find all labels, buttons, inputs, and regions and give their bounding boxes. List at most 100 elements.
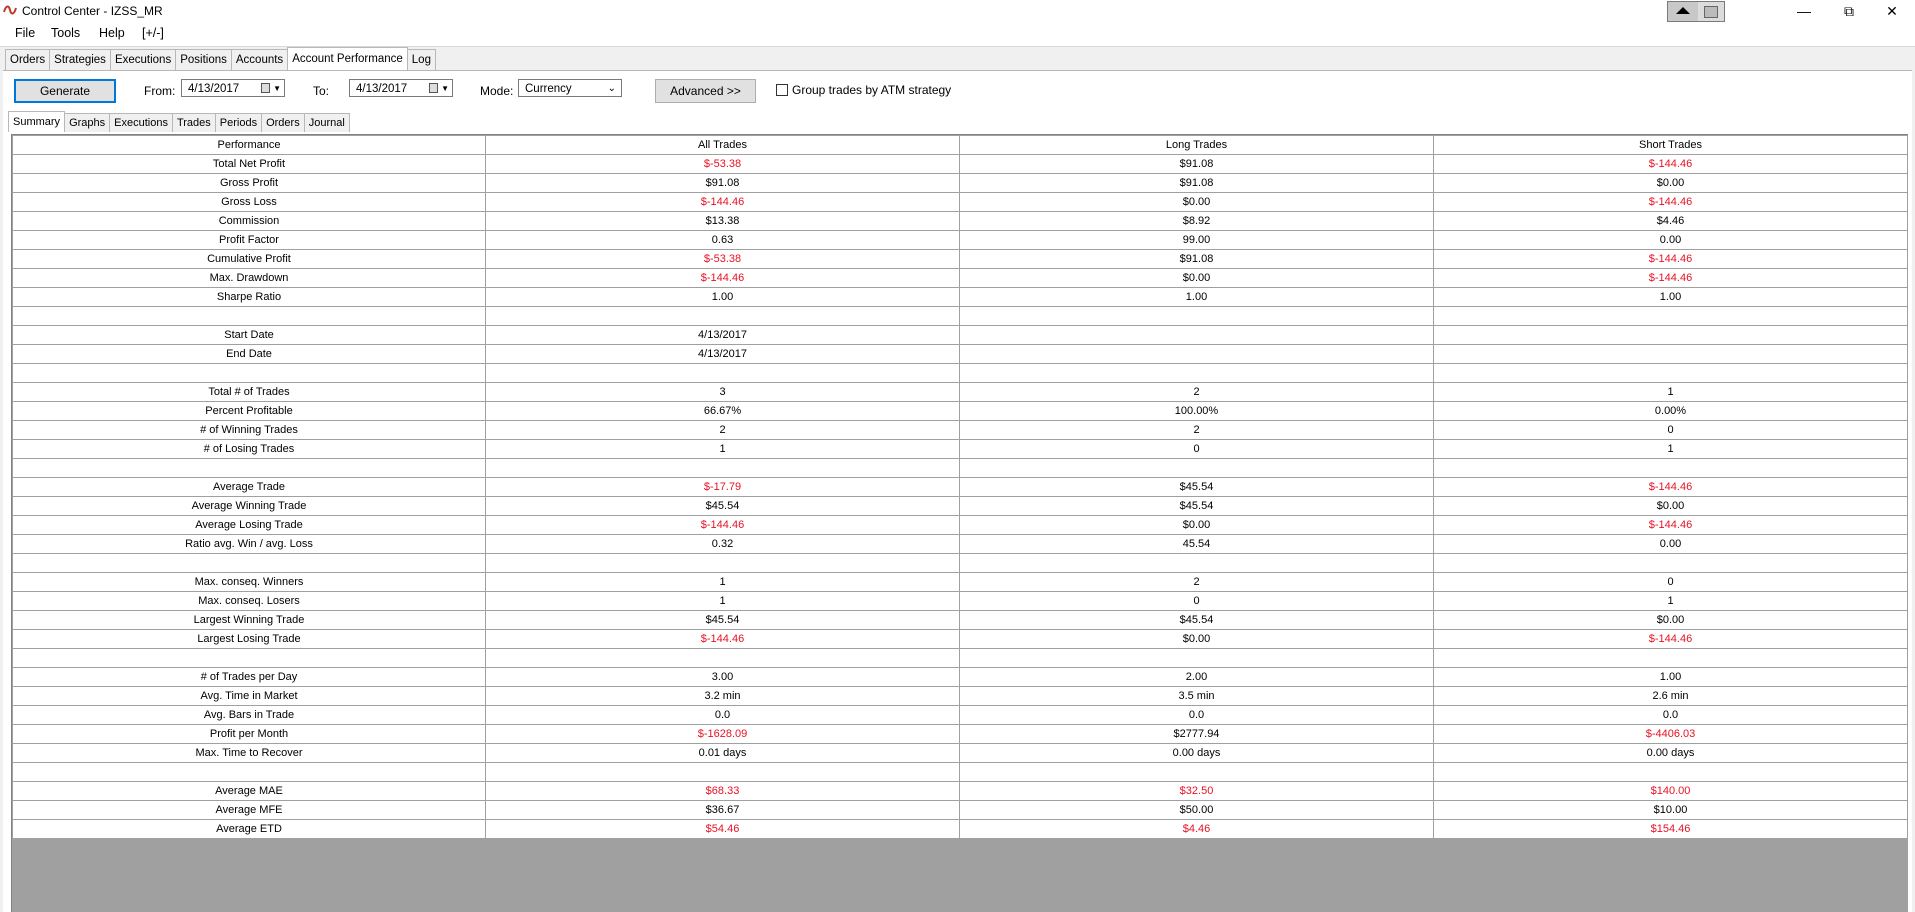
advanced-button[interactable]: Advanced >> <box>655 79 756 103</box>
up-arrow-icon[interactable] <box>1668 2 1698 21</box>
tab-strategies[interactable]: Strategies <box>49 49 111 70</box>
row-label: Average Winning Trade <box>12 496 486 516</box>
row-label: Total Net Profit <box>12 154 486 174</box>
menu-toggle[interactable]: [+/-] <box>142 26 164 40</box>
close-button[interactable]: ✕ <box>1869 0 1915 22</box>
group-trades-checkbox[interactable] <box>776 84 788 96</box>
menu-tools[interactable]: Tools <box>51 26 80 40</box>
table-row: # of Losing Trades 1 0 1 <box>12 439 1908 459</box>
tab-log[interactable]: Log <box>406 49 436 70</box>
row-label <box>12 458 486 478</box>
table-row: Average Trade $-17.79 $45.54 $-144.46 <box>12 477 1908 497</box>
table-cell <box>959 458 1434 478</box>
row-label: Avg. Bars in Trade <box>12 705 486 725</box>
tab-positions[interactable]: Positions <box>175 49 232 70</box>
table-row: Average ETD $54.46 $4.46 $154.46 <box>12 819 1908 839</box>
chevron-down-icon: ▼ <box>441 84 449 93</box>
tab-account-performance[interactable]: Account Performance <box>287 47 408 70</box>
menu-help[interactable]: Help <box>99 26 125 40</box>
minimize-button[interactable]: — <box>1781 0 1827 22</box>
table-row <box>12 648 1908 668</box>
row-label <box>12 553 486 573</box>
table-cell <box>1433 762 1908 782</box>
tab-orders[interactable]: Orders <box>5 49 51 70</box>
table-cell: 0.0 <box>1433 705 1908 725</box>
table-cell: $36.67 <box>485 800 960 820</box>
table-cell: 1 <box>485 572 960 592</box>
subtab-summary[interactable]: Summary <box>8 111 66 132</box>
grid-icon[interactable] <box>1698 2 1724 21</box>
table-cell: 1 <box>1433 591 1908 611</box>
row-label: Max. Drawdown <box>12 268 486 288</box>
table-row: Ratio avg. Win / avg. Loss 0.32 45.54 0.00 <box>12 534 1908 554</box>
table-row: Average Losing Trade $-144.46 $0.00 $-144.4… <box>12 515 1908 535</box>
table-cell: 3.00 <box>485 667 960 687</box>
row-label: Largest Winning Trade <box>12 610 486 630</box>
table-cell: 0.32 <box>485 534 960 554</box>
table-row: Sharpe Ratio 1.00 1.00 1.00 <box>12 287 1908 307</box>
row-label: Cumulative Profit <box>12 249 486 269</box>
to-date-picker[interactable]: 4/13/2017 ▼ <box>349 79 453 97</box>
table-cell: $-53.38 <box>485 154 960 174</box>
tab-executions[interactable]: Executions <box>109 49 177 70</box>
mode-select[interactable]: Currency ⌄ <box>518 79 622 97</box>
table-cell: $-144.46 <box>485 192 960 212</box>
row-label: Max. conseq. Winners <box>12 572 486 592</box>
table-cell: $45.54 <box>959 610 1434 630</box>
subtab-trades[interactable]: Trades <box>171 113 216 132</box>
table-cell: $91.08 <box>485 173 960 193</box>
table-cell: 1 <box>1433 382 1908 402</box>
table-cell <box>485 458 960 478</box>
from-date-picker[interactable]: 4/13/2017 ▼ <box>181 79 285 97</box>
table-cell: $-144.46 <box>1433 515 1908 535</box>
subtab-orders[interactable]: Orders <box>261 113 305 132</box>
table-cell: 2 <box>959 572 1434 592</box>
table-cell: $-17.79 <box>485 477 960 497</box>
window-title: Control Center - IZSS_MR <box>22 4 163 18</box>
to-label: To: <box>313 84 330 98</box>
table-cell: $-4406.03 <box>1433 724 1908 744</box>
row-label: Profit Factor <box>12 230 486 250</box>
subtab-executions[interactable]: Executions <box>109 113 173 132</box>
table-cell: 0 <box>1433 572 1908 592</box>
table-row: Max. Drawdown $-144.46 $0.00 $-144.46 <box>12 268 1908 288</box>
tab-accounts[interactable]: Accounts <box>230 49 289 70</box>
table-row: Avg. Bars in Trade 0.0 0.0 0.0 <box>12 705 1908 725</box>
subtab-graphs[interactable]: Graphs <box>64 113 111 132</box>
row-label: Gross Loss <box>12 192 486 212</box>
table-cell <box>959 762 1434 782</box>
table-cell: $50.00 <box>959 800 1434 820</box>
row-label: Average Trade <box>12 477 486 497</box>
table-cell: $91.08 <box>959 154 1434 174</box>
table-cell: $-144.46 <box>485 268 960 288</box>
row-label <box>12 363 486 383</box>
table-row: Gross Profit $91.08 $91.08 $0.00 <box>12 173 1908 193</box>
menu-file[interactable]: File <box>15 26 35 40</box>
table-cell <box>959 553 1434 573</box>
mode-label: Mode: <box>480 84 514 98</box>
table-cell: $0.00 <box>959 515 1434 535</box>
subtab-periods[interactable]: Periods <box>214 113 263 132</box>
table-cell: 3 <box>485 382 960 402</box>
generate-button[interactable]: Generate <box>14 79 116 103</box>
row-label: Average Losing Trade <box>12 515 486 535</box>
row-label <box>12 306 486 326</box>
table-cell: $91.08 <box>959 249 1434 269</box>
table-cell <box>485 363 960 383</box>
restore-button[interactable]: ⧉ <box>1826 0 1872 22</box>
row-label: Start Date <box>12 325 486 345</box>
table-cell: 0.00 <box>1433 230 1908 250</box>
row-label: Average ETD <box>12 819 486 839</box>
subtab-journal[interactable]: Journal <box>303 113 350 132</box>
table-cell: 1.00 <box>1433 287 1908 307</box>
table-cell: 0.00 <box>1433 534 1908 554</box>
table-cell: $-1628.09 <box>485 724 960 744</box>
table-cell: $-144.46 <box>1433 154 1908 174</box>
table-cell: 45.54 <box>959 534 1434 554</box>
table-cell: $4.46 <box>959 819 1434 839</box>
table-row: # of Winning Trades 2 2 0 <box>12 420 1908 440</box>
table-row <box>12 458 1908 478</box>
row-label <box>12 648 486 668</box>
table-cell: $4.46 <box>1433 211 1908 231</box>
table-cell: 2.00 <box>959 667 1434 687</box>
